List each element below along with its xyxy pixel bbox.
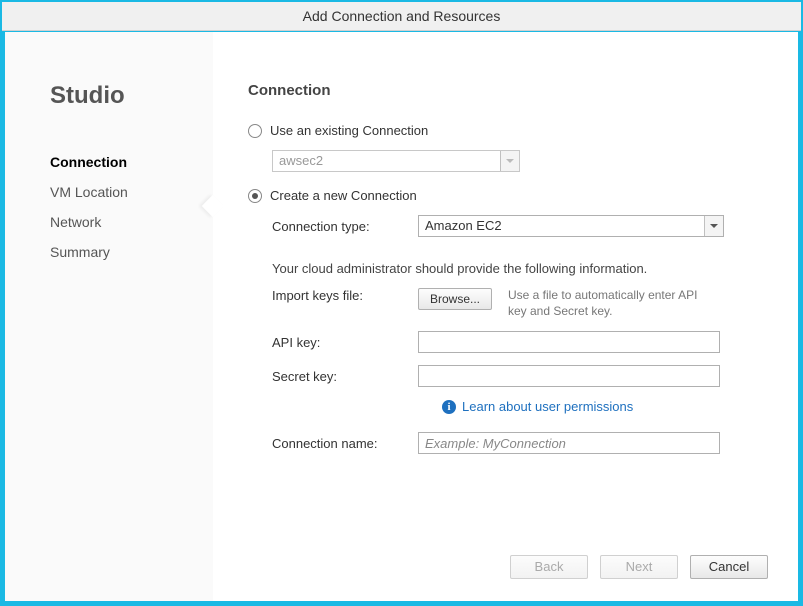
secret-key-row: Secret key: (272, 365, 768, 387)
existing-connection-select[interactable]: awsec2 (272, 150, 520, 172)
api-key-label: API key: (272, 335, 418, 350)
nav-step-label: Connection (50, 154, 127, 170)
connection-name-row: Connection name: (272, 432, 768, 454)
admin-info-text: Your cloud administrator should provide … (272, 261, 768, 276)
dropdown-button[interactable] (500, 151, 519, 171)
secret-key-input[interactable] (418, 365, 720, 387)
connection-type-row: Connection type: Amazon EC2 (272, 215, 768, 237)
info-icon: i (442, 400, 456, 414)
import-keys-hint: Use a file to automatically enter API ke… (508, 288, 718, 319)
select-value: Amazon EC2 (419, 216, 704, 236)
chevron-down-icon (506, 159, 514, 163)
nav-step-label: VM Location (50, 184, 128, 200)
existing-connection-option[interactable]: Use an existing Connection (248, 123, 768, 138)
browse-button[interactable]: Browse... (418, 288, 492, 310)
select-value: awsec2 (273, 151, 500, 171)
nav-step-summary[interactable]: Summary (50, 244, 213, 260)
learn-permissions-link[interactable]: Learn about user permissions (462, 399, 633, 414)
footer-buttons: Back Next Cancel (510, 555, 768, 579)
chevron-down-icon (710, 224, 718, 228)
learn-permissions-row: i Learn about user permissions (418, 399, 768, 414)
button-label: Next (626, 559, 653, 574)
cancel-button[interactable]: Cancel (690, 555, 768, 579)
radio-icon (248, 124, 262, 138)
connection-type-select[interactable]: Amazon EC2 (418, 215, 724, 237)
title-bar: Add Connection and Resources (2, 2, 801, 31)
connection-type-label: Connection type: (272, 219, 418, 234)
nav-step-network[interactable]: Network (50, 214, 213, 230)
nav-step-label: Network (50, 214, 101, 230)
connection-name-input[interactable] (418, 432, 720, 454)
next-button[interactable]: Next (600, 555, 678, 579)
back-button[interactable]: Back (510, 555, 588, 579)
connection-name-label: Connection name: (272, 436, 418, 451)
dialog-window: Add Connection and Resources Studio Conn… (0, 0, 803, 606)
import-keys-row: Import keys file: Browse... Use a file t… (272, 288, 768, 319)
import-keys-label: Import keys file: (272, 288, 418, 303)
window-title: Add Connection and Resources (303, 8, 501, 24)
button-label: Back (535, 559, 564, 574)
main-panel: Connection Use an existing Connection aw… (213, 32, 798, 601)
dialog-body: Studio Connection VM Location Network Su… (5, 32, 798, 601)
create-connection-option[interactable]: Create a new Connection (248, 188, 768, 203)
page-heading: Connection (248, 82, 768, 99)
api-key-row: API key: (272, 331, 768, 353)
nav-step-label: Summary (50, 244, 110, 260)
nav-step-vm-location[interactable]: VM Location (50, 184, 213, 200)
radio-label: Use an existing Connection (270, 123, 428, 138)
nav-step-connection[interactable]: Connection (50, 154, 213, 170)
radio-icon (248, 189, 262, 203)
button-label: Cancel (709, 559, 749, 574)
dropdown-button[interactable] (704, 216, 723, 236)
browse-button-label: Browse... (430, 292, 480, 306)
secret-key-label: Secret key: (272, 369, 418, 384)
app-brand: Studio (50, 82, 213, 110)
sidebar: Studio Connection VM Location Network Su… (5, 32, 213, 601)
radio-label: Create a new Connection (270, 188, 417, 203)
api-key-input[interactable] (418, 331, 720, 353)
